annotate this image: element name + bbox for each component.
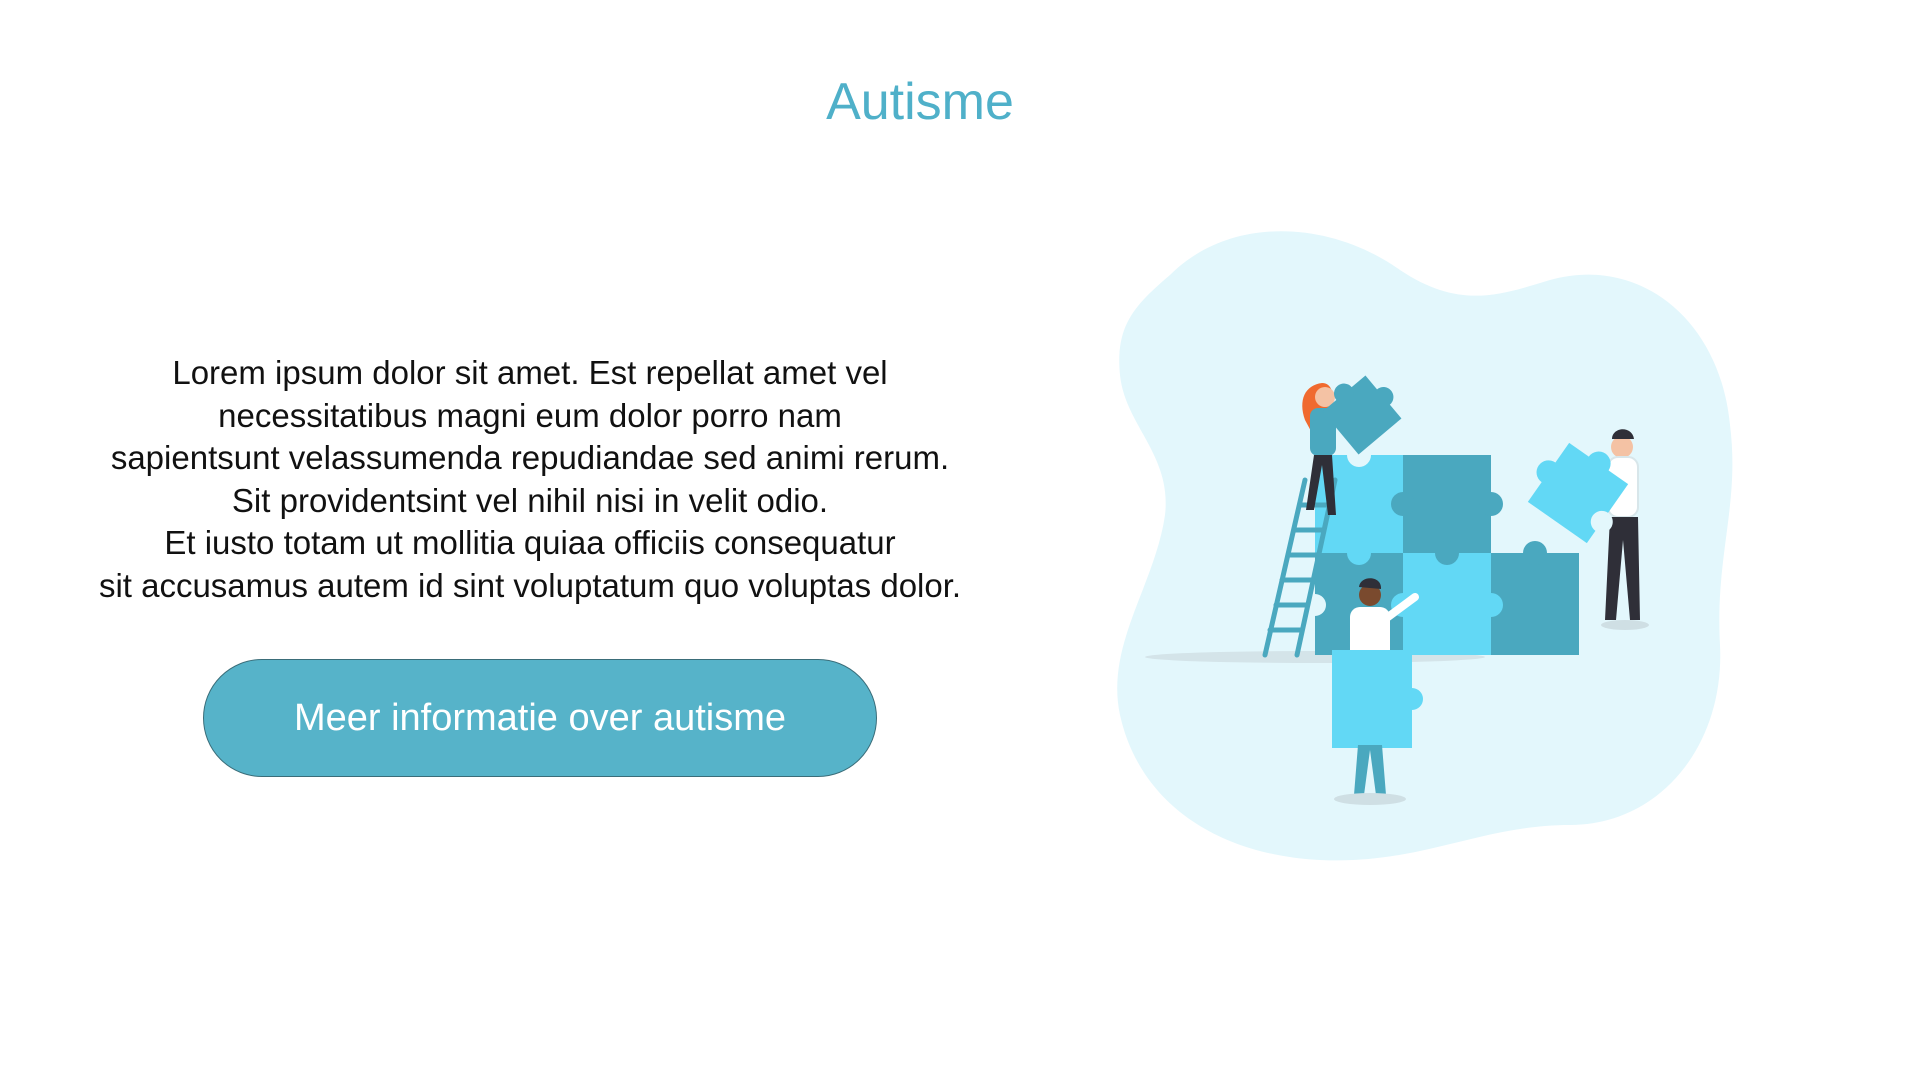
page: Autisme Lorem ipsum dolor sit amet. Est … <box>0 0 1920 1080</box>
intro-line: sit accusamus autem id sint voluptatum q… <box>98 566 962 604</box>
puzzle-illustration-icon <box>1117 231 1733 861</box>
intro-line: Et iusto totam ut mollitia quiaa officii… <box>164 524 896 561</box>
intro-line: Lorem ipsum dolor sit amet. Est repellat… <box>172 354 888 391</box>
intro-paragraph: Lorem ipsum dolor sit amet. Est repellat… <box>40 352 1020 607</box>
intro-line: sapientsunt velassumenda repudiandae sed… <box>110 439 950 476</box>
intro-line: Sit providentsint vel nihil nisi in veli… <box>231 481 829 519</box>
intro-line: necessitatibus magni eum dolor porro nam <box>218 396 842 434</box>
more-info-button[interactable]: Meer informatie over autisme <box>203 659 877 777</box>
page-title: Autisme <box>826 73 1014 131</box>
